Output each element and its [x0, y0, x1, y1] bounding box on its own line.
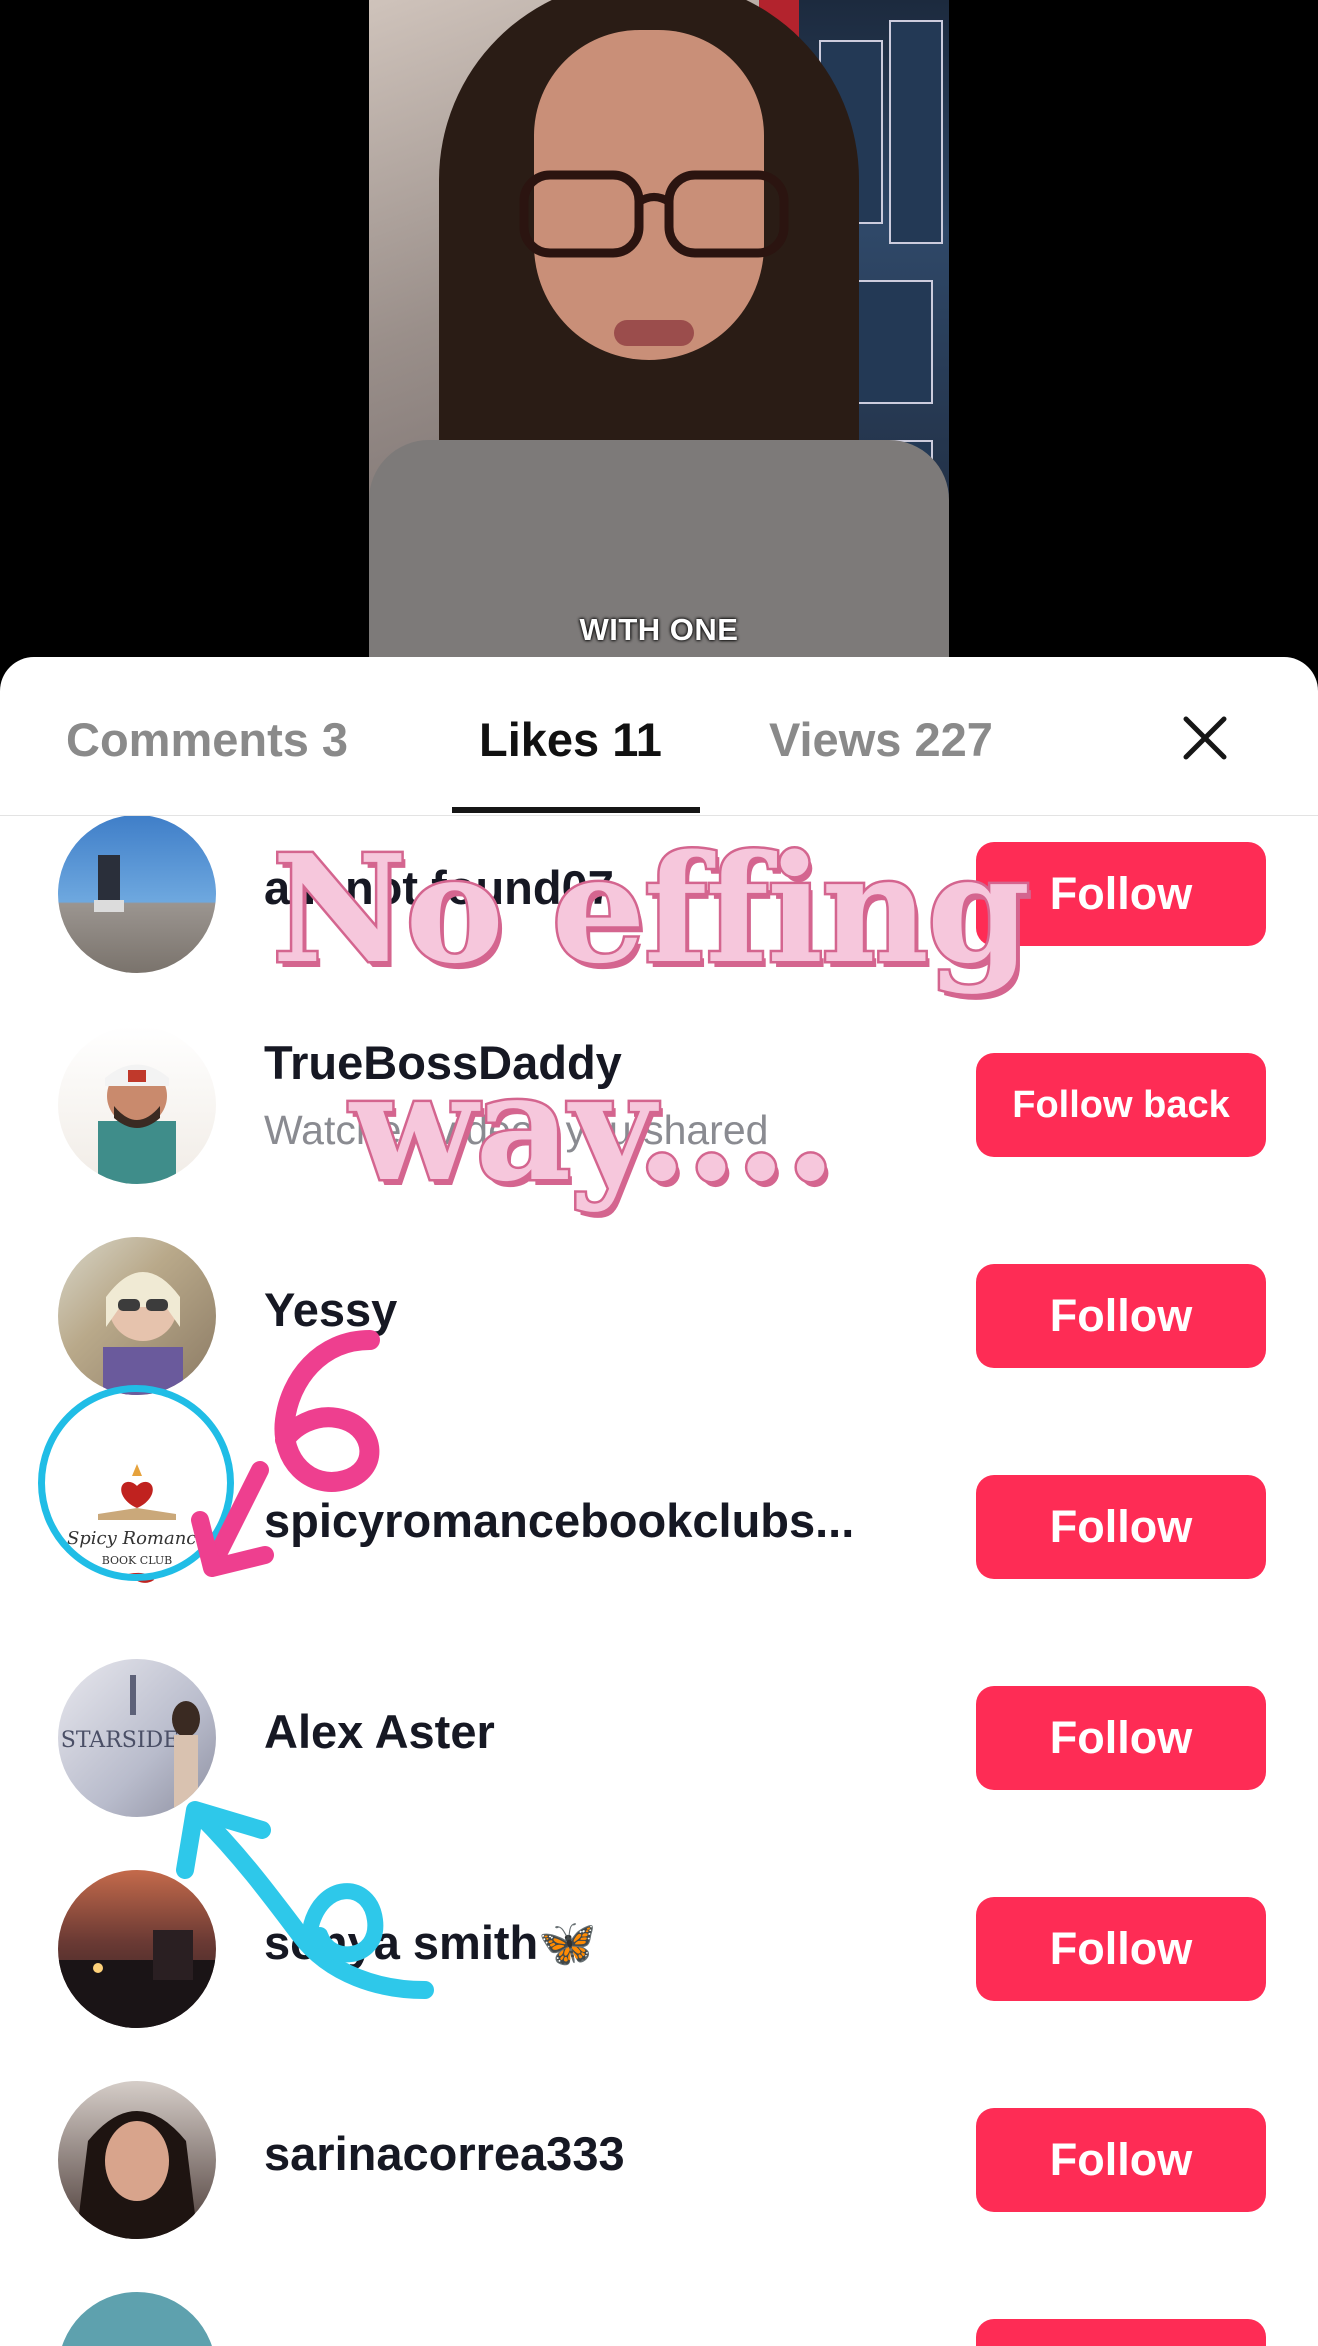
close-icon[interactable]: [1180, 713, 1230, 763]
follow-button[interactable]: Follow: [976, 1264, 1266, 1368]
avatar[interactable]: STARSIDE: [58, 1659, 216, 1817]
follow-button[interactable]: Follow: [976, 1686, 1266, 1790]
tab-likes[interactable]: Likes 11: [479, 712, 662, 767]
username[interactable]: spicyromancebookclubs...: [264, 1493, 854, 1548]
tab-views[interactable]: Views 227: [769, 712, 993, 767]
sticker-text-line1: No effing: [269, 820, 1032, 999]
username[interactable]: sarinacorrea333: [264, 2126, 625, 2181]
tab-bar: Comments 3 Likes 11 Views 227: [0, 657, 1318, 816]
video-caption: WITH ONE: [579, 612, 739, 647]
username[interactable]: Yessy: [264, 1282, 397, 1337]
avatar[interactable]: [58, 2292, 216, 2346]
video-player[interactable]: WITH ONE: [0, 0, 1318, 700]
follow-back-button[interactable]: Follow back: [976, 1053, 1266, 1157]
tab-comments[interactable]: Comments 3: [66, 712, 348, 767]
avatar[interactable]: [58, 1237, 216, 1395]
avatar[interactable]: [58, 1026, 216, 1184]
sticker-text-line2: way....: [347, 1038, 838, 1217]
list-item[interactable]: sarinacorrea333 Follow: [0, 2034, 1318, 2245]
follow-button[interactable]: Follow: [976, 2319, 1266, 2346]
starside-book-title: STARSIDE: [61, 1728, 179, 1753]
username[interactable]: Alex Aster: [264, 1704, 495, 1759]
list-item[interactable]: Yessy Follow: [0, 1190, 1318, 1401]
follow-button[interactable]: Follow: [976, 1897, 1266, 2001]
list-item[interactable]: sonya smith🦋 Follow: [0, 1823, 1318, 2034]
story-ring: [38, 1385, 234, 1581]
follow-button[interactable]: Follow: [976, 2108, 1266, 2212]
video-frame: [369, 0, 949, 660]
avatar[interactable]: [58, 816, 216, 973]
username[interactable]: sonya smith🦋: [264, 1915, 597, 1971]
follow-button[interactable]: Follow: [976, 1475, 1266, 1579]
list-item[interactable]: STARSIDE Alex Aster Follow: [0, 1612, 1318, 1823]
glasses: [519, 170, 789, 258]
username[interactable]: Elisabeth Santoyo: [264, 2337, 671, 2346]
person-mouth: [614, 320, 694, 346]
avatar[interactable]: [58, 1870, 216, 2028]
active-tab-indicator: [452, 807, 700, 813]
list-item[interactable]: Elisabeth Santoyo Follow: [0, 2245, 1318, 2346]
avatar[interactable]: [58, 2081, 216, 2239]
